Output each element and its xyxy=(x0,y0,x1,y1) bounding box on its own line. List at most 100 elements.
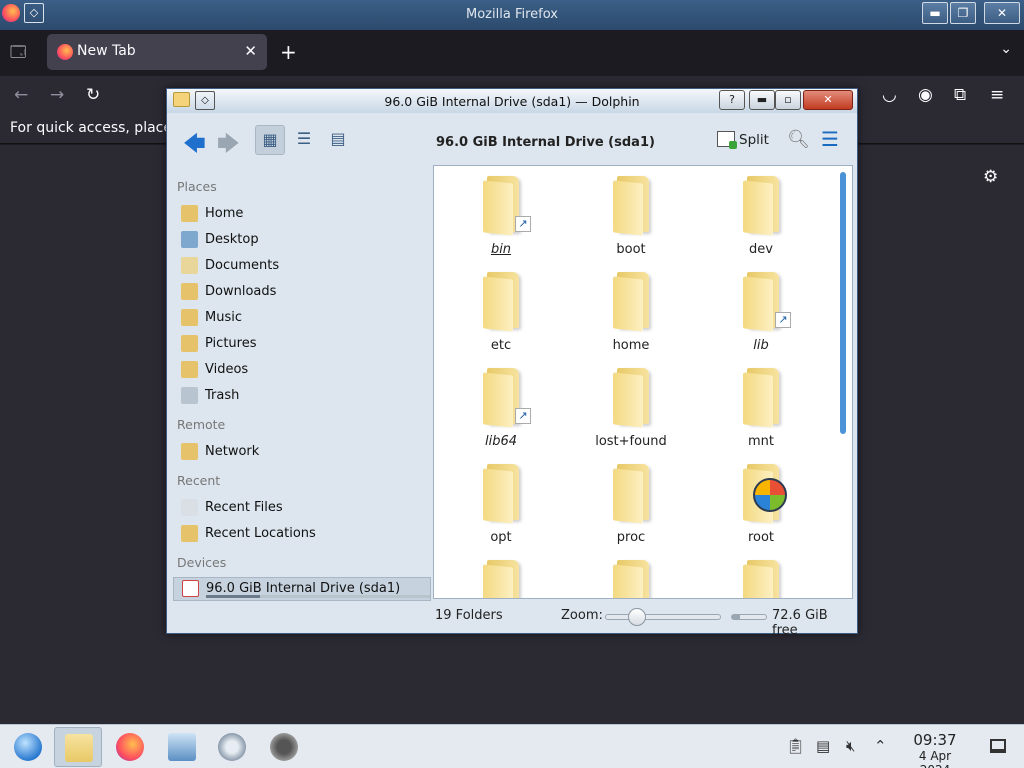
trash-icon xyxy=(181,387,198,404)
taskbar-firefox[interactable] xyxy=(106,727,154,767)
compact-view-button[interactable]: ☰ xyxy=(289,125,319,155)
place-desktop[interactable]: Desktop xyxy=(179,229,429,251)
account-icon[interactable]: ◉ xyxy=(918,85,933,105)
taskbar-gauge[interactable] xyxy=(260,727,308,767)
minimize-button[interactable]: ▬ xyxy=(922,2,948,24)
clock[interactable]: 09:37 4 Apr 2024 xyxy=(902,731,968,768)
folder-name: bin xyxy=(490,242,512,257)
folder-name: dev xyxy=(749,242,773,257)
place-network[interactable]: Network xyxy=(179,441,429,463)
place-pictures[interactable]: Pictures xyxy=(179,333,429,355)
window-title: Mozilla Firefox xyxy=(466,7,558,22)
folder-name: lib64 xyxy=(484,434,518,449)
free-space-bar xyxy=(731,614,767,620)
file-view[interactable]: ↗ bin boot dev etc home ↗ lib ↗ lib64 lost+found mn… xyxy=(433,165,853,599)
reload-icon[interactable]: ↻ xyxy=(86,85,100,105)
places-header: Places xyxy=(177,179,217,194)
taskbar-dolphin[interactable] xyxy=(54,727,102,767)
start-menu-button[interactable] xyxy=(4,727,52,767)
dolphin-titlebar: ◇ 96.0 GiB Internal Drive (sda1) — Dolph… xyxy=(167,89,857,113)
muted-speaker-icon[interactable]: 🔇︎ xyxy=(846,737,855,755)
extensions-icon[interactable]: ⧉ xyxy=(954,85,966,105)
chevron-up-icon[interactable]: ⌃ xyxy=(874,737,887,755)
back-arrow-icon[interactable]: 🡄 xyxy=(183,127,206,165)
pocket-icon[interactable]: ◡ xyxy=(882,85,897,105)
details-view-button[interactable]: ▤ xyxy=(323,125,353,155)
folder-item[interactable]: ↗ bin xyxy=(446,168,556,264)
place-documents[interactable]: Documents xyxy=(179,255,429,277)
desktop-icon xyxy=(181,231,198,248)
folder-item[interactable] xyxy=(446,552,556,598)
folder-item[interactable]: boot xyxy=(576,168,686,264)
split-button[interactable]: Split xyxy=(717,131,769,149)
place-recent-locations[interactable]: Recent Locations xyxy=(179,523,429,545)
folder-item[interactable] xyxy=(706,552,816,598)
forward-arrow-icon[interactable]: 🡆 xyxy=(217,127,240,165)
folder-icon: ↗ xyxy=(481,368,531,428)
gear-icon xyxy=(218,733,246,761)
folder-item[interactable]: home xyxy=(576,264,686,360)
place-home[interactable]: Home xyxy=(179,203,429,225)
user-globe-icon xyxy=(753,478,787,512)
place-internal-drive[interactable]: 96.0 GiB Internal Drive (sda1) xyxy=(173,577,431,601)
home-icon xyxy=(181,205,198,222)
folder-item[interactable]: mnt xyxy=(706,360,816,456)
menu-icon[interactable]: ≡ xyxy=(990,85,1004,105)
folder-item[interactable]: opt xyxy=(446,456,556,552)
clock-time: 09:37 xyxy=(913,731,957,749)
new-tab-button[interactable]: + xyxy=(280,40,297,64)
status-bar: 19 Folders Zoom: 72.6 GiB free xyxy=(167,601,857,638)
pictures-icon xyxy=(181,335,198,352)
folder-item[interactable]: ↗ lib xyxy=(706,264,816,360)
help-button[interactable]: ? xyxy=(719,90,745,110)
maximize-button[interactable]: ▫ xyxy=(775,90,801,110)
forward-arrow-icon[interactable]: → xyxy=(50,85,64,105)
close-tab-icon[interactable]: ✕ xyxy=(244,42,257,60)
zoom-slider-handle[interactable] xyxy=(627,608,646,626)
zoom-label: Zoom: xyxy=(561,608,603,623)
back-arrow-icon[interactable]: ← xyxy=(14,85,28,105)
place-music[interactable]: Music xyxy=(179,307,429,329)
chevron-down-icon[interactable]: ⌄ xyxy=(1000,41,1012,57)
search-icon[interactable]: 🔍︎ xyxy=(787,129,810,150)
gear-icon[interactable]: ⚙ xyxy=(983,167,998,187)
folder-name: boot xyxy=(616,242,646,257)
clock-date: 4 Apr 2024 xyxy=(918,749,952,768)
dolphin-window: ◇ 96.0 GiB Internal Drive (sda1) — Dolph… xyxy=(166,88,858,638)
downloads-icon xyxy=(181,283,198,300)
network-icon xyxy=(181,443,198,460)
folder-icon xyxy=(741,560,785,598)
zoom-slider[interactable] xyxy=(605,608,721,626)
taskbar-settings[interactable] xyxy=(208,727,256,767)
maximize-button[interactable]: ❐ xyxy=(950,2,976,24)
folder-item[interactable]: lost+found xyxy=(576,360,686,456)
folder-item[interactable] xyxy=(576,552,686,598)
tab-list-icon[interactable]: 🗔 xyxy=(10,42,30,62)
close-button[interactable]: ✕ xyxy=(803,90,853,110)
folder-item[interactable]: dev xyxy=(706,168,816,264)
folder-name: lost+found xyxy=(595,434,667,449)
minimize-button[interactable]: ▬ xyxy=(749,90,775,110)
place-videos[interactable]: Videos xyxy=(179,359,429,381)
place-trash[interactable]: Trash xyxy=(179,385,429,407)
close-button[interactable]: ✕ xyxy=(984,2,1020,24)
folder-item[interactable]: root xyxy=(706,456,816,552)
clipboard-icon[interactable]: 📋︎ xyxy=(786,737,805,755)
show-desktop-icon[interactable] xyxy=(990,739,1006,753)
icons-view-button[interactable]: ▦ xyxy=(255,125,285,155)
folder-name: root xyxy=(747,530,775,545)
taskbar-system-settings[interactable] xyxy=(158,727,206,767)
place-recent-files[interactable]: Recent Files xyxy=(179,497,429,519)
folder-item[interactable]: proc xyxy=(576,456,686,552)
tab-new-tab[interactable]: New Tab ✕ xyxy=(47,34,267,70)
folder-icon xyxy=(611,272,655,332)
remote-header: Remote xyxy=(177,417,226,432)
vertical-scrollbar[interactable] xyxy=(840,172,846,434)
place-downloads[interactable]: Downloads xyxy=(179,281,429,303)
folder-item[interactable]: ↗ lib64 xyxy=(446,360,556,456)
folder-name: home xyxy=(612,338,650,353)
folder-item[interactable]: etc xyxy=(446,264,556,360)
notes-icon[interactable]: ▤ xyxy=(816,737,830,755)
folder-name: etc xyxy=(490,338,512,353)
hamburger-menu-icon[interactable]: ☰ xyxy=(821,127,839,151)
